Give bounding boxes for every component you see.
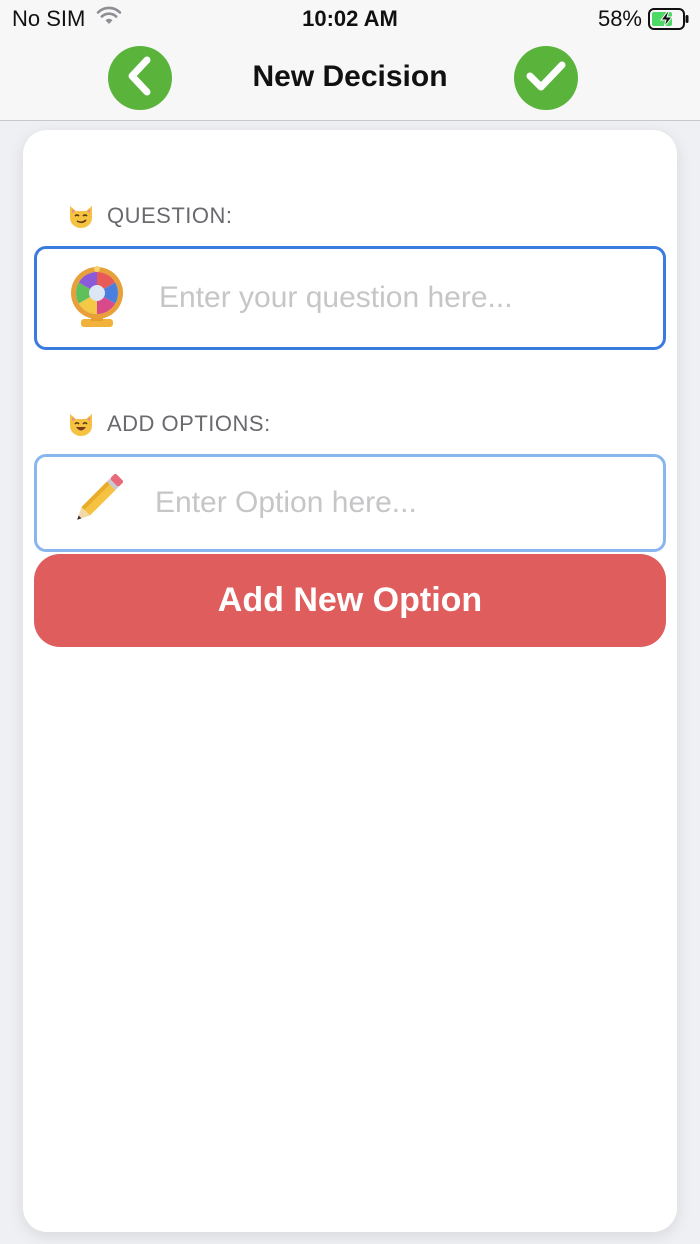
battery-percent: 58% — [597, 6, 642, 31]
options-label: ADD OPTIONS: — [107, 411, 271, 436]
option-input[interactable] — [153, 485, 627, 521]
checkmark-icon — [525, 59, 567, 98]
status-right: 58% — [597, 6, 689, 32]
navigation-bar: New Decision — [0, 38, 700, 121]
prize-wheel-icon — [67, 265, 127, 331]
pencil-icon — [67, 470, 127, 536]
question-label: QUESTION: — [107, 203, 233, 228]
cat-smile-icon — [67, 410, 95, 438]
question-input[interactable] — [157, 280, 631, 316]
add-new-option-button[interactable]: Add New Option — [34, 554, 666, 647]
status-bar: No SIM 10:02 AM 58% — [0, 0, 700, 38]
cat-smirk-icon — [67, 202, 95, 230]
done-button[interactable] — [514, 46, 578, 110]
options-section-label: ADD OPTIONS: — [67, 410, 271, 438]
status-time: 10:02 AM — [302, 6, 398, 31]
page-title: New Decision — [252, 60, 448, 93]
question-field — [34, 246, 666, 350]
question-section-label: QUESTION: — [67, 202, 233, 230]
battery-charging-icon — [648, 8, 689, 30]
decision-card: QUESTION: Enter your question here... AD… — [23, 130, 677, 1232]
screen: No SIM 10:02 AM 58% New Decision QUESTIO… — [0, 0, 700, 1244]
option-field — [34, 454, 666, 552]
